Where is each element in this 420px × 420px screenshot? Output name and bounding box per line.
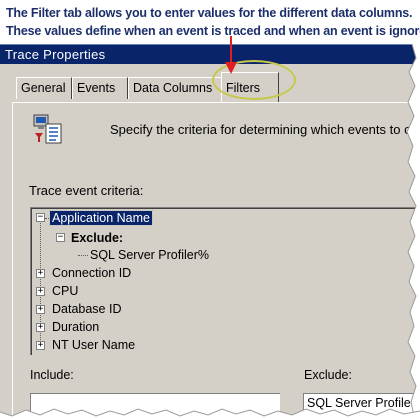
tree-item-exclude-value[interactable]: SQL Server Profiler% <box>88 247 211 264</box>
caption-line-1: The Filter tab allows you to enter value… <box>6 6 413 20</box>
tree-item-label: Duration <box>52 320 100 334</box>
expand-icon[interactable]: + <box>36 287 45 296</box>
tab-events[interactable]: Events <box>72 77 128 99</box>
callout-arrow-icon <box>225 36 237 74</box>
tab-data-columns[interactable]: Data Columns <box>128 77 224 99</box>
tree-item-label: Application Name <box>49 210 153 226</box>
tree-item-duration[interactable]: Duration <box>50 319 101 336</box>
filter-properties-icon <box>33 114 62 144</box>
tree-item-cpu[interactable]: CPU <box>50 283 80 300</box>
tab-general[interactable]: General <box>16 77 72 99</box>
collapse-icon[interactable]: − <box>36 213 45 222</box>
tree-item-nt-user-name[interactable]: NT User Name <box>50 337 137 354</box>
tree-item-connection-id[interactable]: Connection ID <box>50 265 133 282</box>
caption: The Filter tab allows you to enter value… <box>0 0 420 44</box>
window-title: Trace Properties <box>5 47 106 62</box>
tree-branch <box>78 255 88 256</box>
torn-edge-bottom <box>0 408 420 420</box>
tree-item-application-name[interactable]: Application Name <box>49 210 153 227</box>
torn-edge-right <box>406 44 420 420</box>
tree-item-label: Connection ID <box>52 266 132 280</box>
collapse-icon[interactable]: − <box>56 233 65 242</box>
expand-icon[interactable]: + <box>36 341 45 350</box>
include-label: Include: <box>30 368 74 382</box>
expand-icon[interactable]: + <box>36 269 45 278</box>
tree-item-label: SQL Server Profiler% <box>90 248 210 262</box>
tab-strip: General Events Data Columns Filters <box>0 64 420 104</box>
tree-item-label: NT User Name <box>52 338 136 352</box>
tree-item-label: Exclude: <box>71 231 124 245</box>
caption-line-2: These values define when an event is tra… <box>6 24 420 38</box>
expand-icon[interactable]: + <box>36 305 45 314</box>
tree-item-label: Database ID <box>52 302 122 316</box>
title-bar[interactable]: Trace Properties <box>0 44 420 64</box>
expand-icon[interactable]: + <box>36 323 45 332</box>
exclude-label: Exclude: <box>304 368 352 382</box>
tree-item-database-id[interactable]: Database ID <box>50 301 123 318</box>
tree-item-exclude[interactable]: Exclude: <box>69 230 125 247</box>
tab-filters[interactable]: Filters <box>221 72 279 102</box>
trace-event-criteria-label: Trace event criteria: <box>29 183 144 198</box>
filters-description: Specify the criteria for determining whi… <box>110 122 411 137</box>
tree-item-label: CPU <box>52 284 79 298</box>
